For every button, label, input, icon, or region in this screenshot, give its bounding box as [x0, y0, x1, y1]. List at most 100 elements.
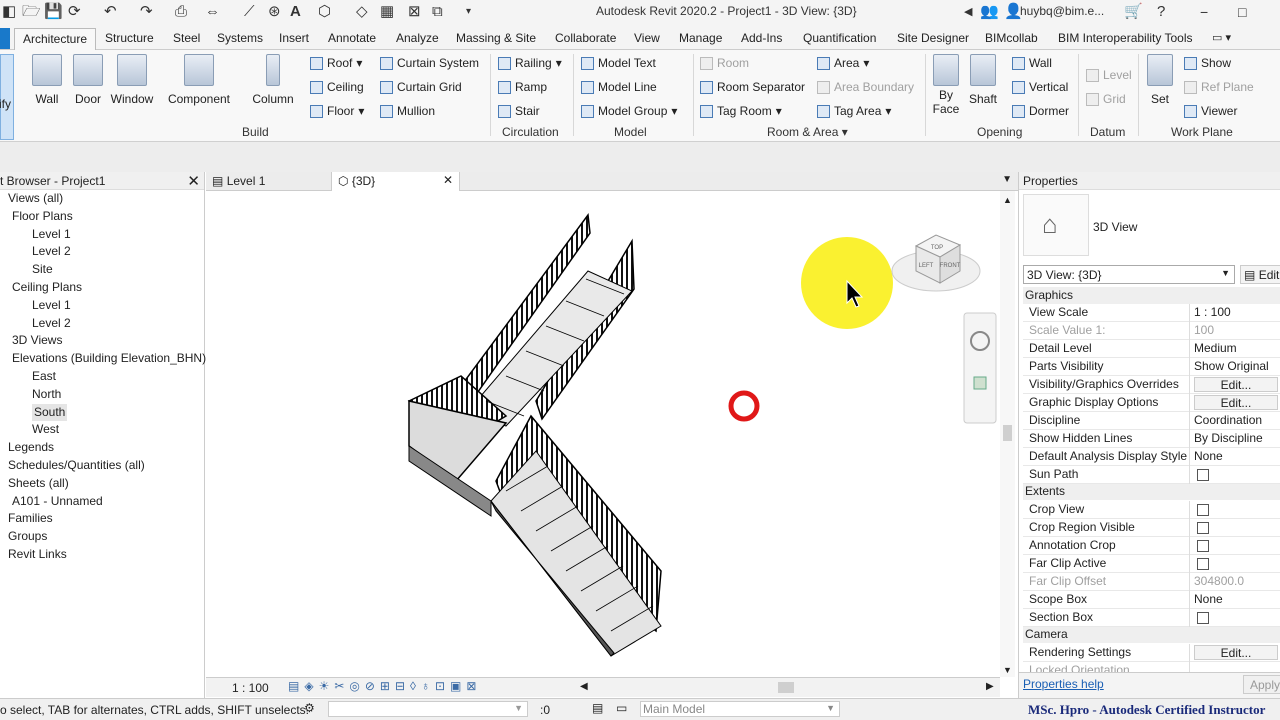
help-icon[interactable]: ? — [1157, 4, 1165, 20]
group-room-area-label[interactable]: Room & Area ▾ — [767, 125, 848, 139]
view-cube[interactable]: TOP LEFT FRONT — [891, 234, 981, 292]
floor-button[interactable]: Floor ▾ — [310, 104, 364, 118]
view-control-icons[interactable]: ▤◈☀✂◎⊘⊞⊟◊♁⊡▣⊠ — [288, 679, 481, 693]
model-line-button[interactable]: Model Line — [581, 80, 657, 94]
wall-button[interactable]: Wall — [30, 54, 64, 106]
browser-item[interactable]: Level 2 — [0, 315, 204, 333]
close-icon[interactable]: ✕ — [443, 173, 453, 187]
design-options-icon[interactable]: ▤ — [592, 701, 603, 715]
browser-item[interactable]: Ceiling Plans — [0, 279, 204, 297]
property-value[interactable] — [1189, 609, 1280, 627]
measure-icon[interactable]: ⇔ — [205, 4, 220, 20]
infocenter-icon[interactable]: 👥 — [980, 4, 999, 20]
undo-icon[interactable]: ↶ — [104, 4, 117, 20]
area-button[interactable]: Area ▾ — [817, 56, 869, 70]
browser-item[interactable]: Floor Plans — [0, 208, 204, 226]
customize-qat-icon[interactable]: ▾ — [466, 4, 471, 20]
file-tab[interactable] — [0, 28, 10, 49]
column-button[interactable]: Column — [250, 54, 296, 106]
checkbox[interactable] — [1197, 469, 1209, 481]
search-prev-icon[interactable]: ◀ — [964, 4, 972, 20]
checkbox[interactable] — [1197, 558, 1209, 570]
checkbox[interactable] — [1197, 504, 1209, 516]
area-boundary-button[interactable]: Area Boundary — [817, 80, 914, 94]
by-face-button[interactable]: By Face — [931, 54, 961, 116]
browser-item[interactable]: Level 2 — [0, 243, 204, 261]
stair-button[interactable]: Stair — [498, 104, 540, 118]
tab-dropdown-icon[interactable]: ▼ — [1002, 174, 1012, 185]
tab-site-designer[interactable]: Site Designer — [897, 31, 969, 45]
apply-button[interactable]: Apply — [1243, 675, 1280, 694]
browser-item[interactable]: Groups — [0, 528, 204, 546]
property-value[interactable]: None — [1189, 591, 1280, 609]
ramp-button[interactable]: Ramp — [498, 80, 547, 94]
vertical-opening-button[interactable]: Vertical — [1012, 80, 1068, 94]
sync-icon[interactable]: ⟳ — [68, 4, 81, 20]
browser-item[interactable]: Site — [0, 261, 204, 279]
cart-icon[interactable]: 🛒 — [1124, 4, 1143, 20]
ref-plane-button[interactable]: Ref Plane — [1184, 80, 1254, 94]
view-scale[interactable]: 1 : 100 — [232, 681, 269, 695]
tab-quantification[interactable]: Quantification — [803, 31, 876, 45]
property-value[interactable]: Medium — [1189, 340, 1280, 358]
save-icon[interactable]: 💾 — [44, 4, 63, 20]
roof-button[interactable]: Roof ▾ — [310, 56, 362, 70]
tab-collaborate[interactable]: Collaborate — [555, 31, 616, 45]
property-value[interactable] — [1189, 501, 1280, 519]
property-value[interactable]: Edit... — [1189, 644, 1280, 662]
browser-item[interactable]: West — [0, 421, 204, 439]
3d-view-canvas[interactable]: TOP LEFT FRONT — [206, 191, 1000, 677]
railing-button[interactable]: Railing ▾ — [498, 56, 562, 70]
open-folder-icon[interactable]: 🗁 — [22, 4, 41, 20]
grid-button[interactable]: Grid — [1086, 92, 1126, 106]
design-option-select-icon[interactable]: ▭ — [616, 701, 627, 715]
section-camera[interactable]: Camera — [1023, 626, 1280, 643]
properties-help-link[interactable]: Properties help — [1023, 677, 1104, 691]
shaft-button[interactable]: Shaft — [967, 54, 999, 106]
section-extents[interactable]: Extents — [1023, 483, 1280, 500]
edit-type-button[interactable]: ▤ Edit — [1240, 265, 1280, 284]
hscroll-left-icon[interactable]: ◀ — [580, 681, 588, 692]
component-button[interactable]: Component — [166, 54, 232, 106]
tab-massing-site[interactable]: Massing & Site — [456, 31, 536, 45]
close-icon[interactable]: ✕ — [187, 172, 200, 190]
section-icon[interactable]: ◇ — [356, 4, 368, 20]
tab-level-1[interactable]: ▤ Level 1 — [206, 172, 332, 191]
tab-add-ins[interactable]: Add-Ins — [741, 31, 782, 45]
scroll-up-icon[interactable]: ▲ — [1003, 195, 1012, 205]
tab-view[interactable]: View — [634, 31, 660, 45]
tab-manage[interactable]: Manage — [679, 31, 722, 45]
edit-button[interactable]: Edit... — [1194, 395, 1278, 410]
property-value[interactable]: Edit... — [1189, 394, 1280, 412]
property-value[interactable]: 1 : 100 — [1189, 304, 1280, 322]
viewer-button[interactable]: Viewer — [1184, 104, 1237, 118]
open-icon[interactable]: ◧ — [2, 4, 16, 20]
tag-area-button[interactable]: Tag Area ▾ — [817, 104, 891, 118]
vertical-scrollbar[interactable]: ▲ ▼ — [1000, 191, 1015, 677]
tab-analyze[interactable]: Analyze — [396, 31, 439, 45]
edit-button[interactable]: Edit... — [1194, 377, 1278, 392]
minimize-icon[interactable]: − — [1200, 4, 1208, 20]
scroll-thumb[interactable] — [1003, 425, 1012, 441]
model-group-button[interactable]: Model Group ▾ — [581, 104, 677, 118]
workset-dropdown[interactable]: ▼ — [328, 701, 528, 717]
checkbox[interactable] — [1197, 540, 1209, 552]
text-icon[interactable]: A — [290, 4, 301, 20]
view-selector[interactable]: 3D View: {3D} ▼ — [1023, 265, 1235, 284]
tab-steel[interactable]: Steel — [173, 31, 200, 45]
thin-lines-icon[interactable]: ▦ — [380, 4, 394, 20]
section-graphics[interactable]: Graphics — [1023, 287, 1280, 304]
property-value[interactable] — [1189, 519, 1280, 537]
browser-item[interactable]: Level 1 — [0, 226, 204, 244]
tab-bim-interoperability[interactable]: BIM Interoperability Tools — [1058, 31, 1193, 45]
property-value[interactable]: Edit... — [1189, 376, 1280, 394]
maximize-icon[interactable]: □ — [1238, 4, 1246, 20]
redo-icon[interactable]: ↷ — [140, 4, 153, 20]
browser-item[interactable]: Revit Links — [0, 546, 204, 564]
modify-button[interactable]: ify — [0, 54, 14, 140]
browser-item[interactable]: North — [0, 386, 204, 404]
tab-insert[interactable]: Insert — [279, 31, 309, 45]
tab-architecture[interactable]: Architecture — [14, 28, 97, 51]
ribbon-toggle-icon[interactable]: ▭ ▾ — [1212, 31, 1231, 44]
browser-item[interactable]: South — [0, 403, 204, 422]
